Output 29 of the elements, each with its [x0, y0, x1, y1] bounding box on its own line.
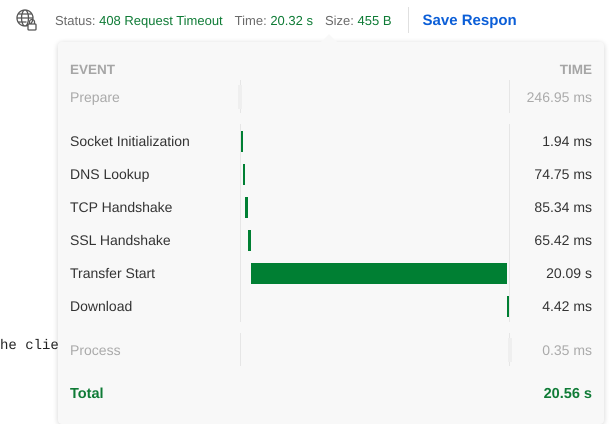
event-name: Process	[70, 342, 122, 358]
event-name: Prepare	[70, 88, 121, 104]
status-label: Status:	[55, 12, 96, 28]
event-name: Download	[70, 298, 134, 314]
status-label: Size:	[324, 12, 354, 28]
event-time: 4.42 ms	[541, 298, 592, 314]
status-value: 20.32 s	[270, 12, 313, 28]
event-name: SSL Handshake	[70, 232, 172, 248]
total-label: Total	[70, 386, 104, 402]
event-time: 74.75 ms	[533, 166, 592, 182]
event-time: 20.09 s	[545, 264, 592, 280]
event-time: 0.35 ms	[541, 342, 592, 358]
event-name: Socket Initialization	[70, 132, 191, 148]
column-header: TIME	[560, 62, 592, 79]
event-name: Transfer Start	[70, 264, 156, 280]
status-label: Time:	[234, 12, 267, 28]
body-text: he clie	[0, 338, 59, 354]
status-value: 408 Request Timeout	[99, 12, 223, 28]
event-time: 246.95 ms	[526, 88, 592, 104]
event-name: TCP Handshake	[70, 198, 174, 214]
status-value: 455 B	[358, 12, 392, 28]
globe-lock-icon	[15, 8, 39, 32]
event-time: 65.42 ms	[533, 232, 592, 248]
total-time: 20.56 s	[544, 386, 592, 402]
event-time: 85.34 ms	[533, 198, 592, 214]
event-name: DNS Lookup	[70, 166, 150, 182]
save-response-button[interactable]: Save Respon	[422, 12, 517, 28]
event-time: 1.94 ms	[541, 132, 592, 148]
column-header: EVENT	[70, 62, 116, 79]
